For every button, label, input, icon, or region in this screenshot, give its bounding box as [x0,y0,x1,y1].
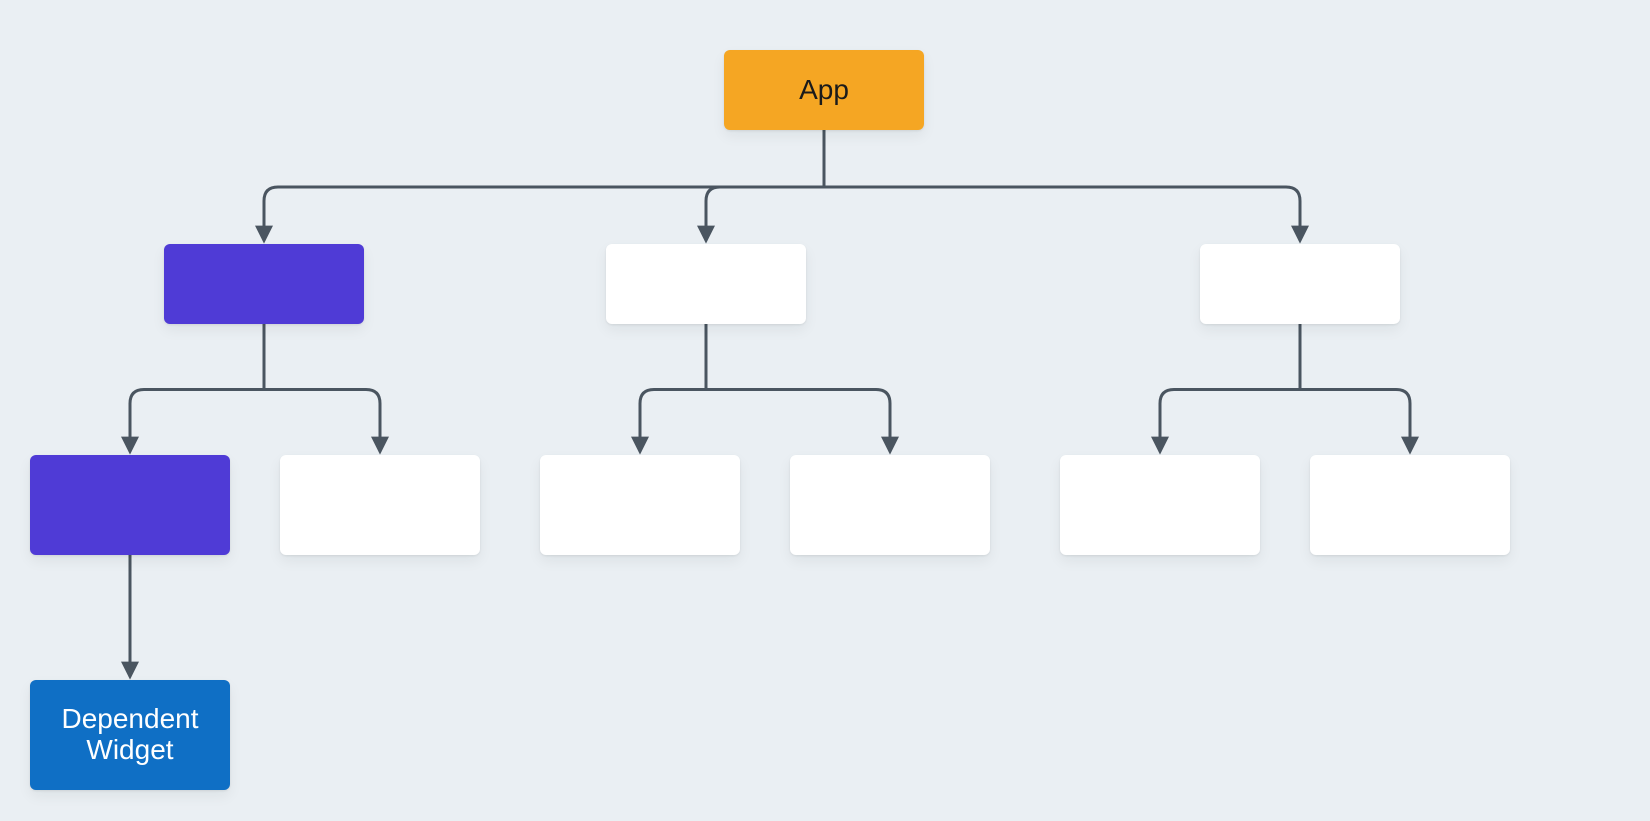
node-level2-2 [280,455,480,555]
node-dependent-widget-label: Dependent Widget [61,704,198,766]
node-app: App [724,50,924,130]
node-level2-3 [540,455,740,555]
node-level2-1 [30,455,230,555]
node-dependent-widget: Dependent Widget [30,680,230,790]
node-app-label: App [799,75,849,106]
node-level1-left [164,244,364,324]
node-level1-center [606,244,806,324]
node-level2-4 [790,455,990,555]
node-level1-right [1200,244,1400,324]
diagram-canvas: App Dependent Widget [0,0,1650,821]
node-level2-6 [1310,455,1510,555]
node-level2-5 [1060,455,1260,555]
